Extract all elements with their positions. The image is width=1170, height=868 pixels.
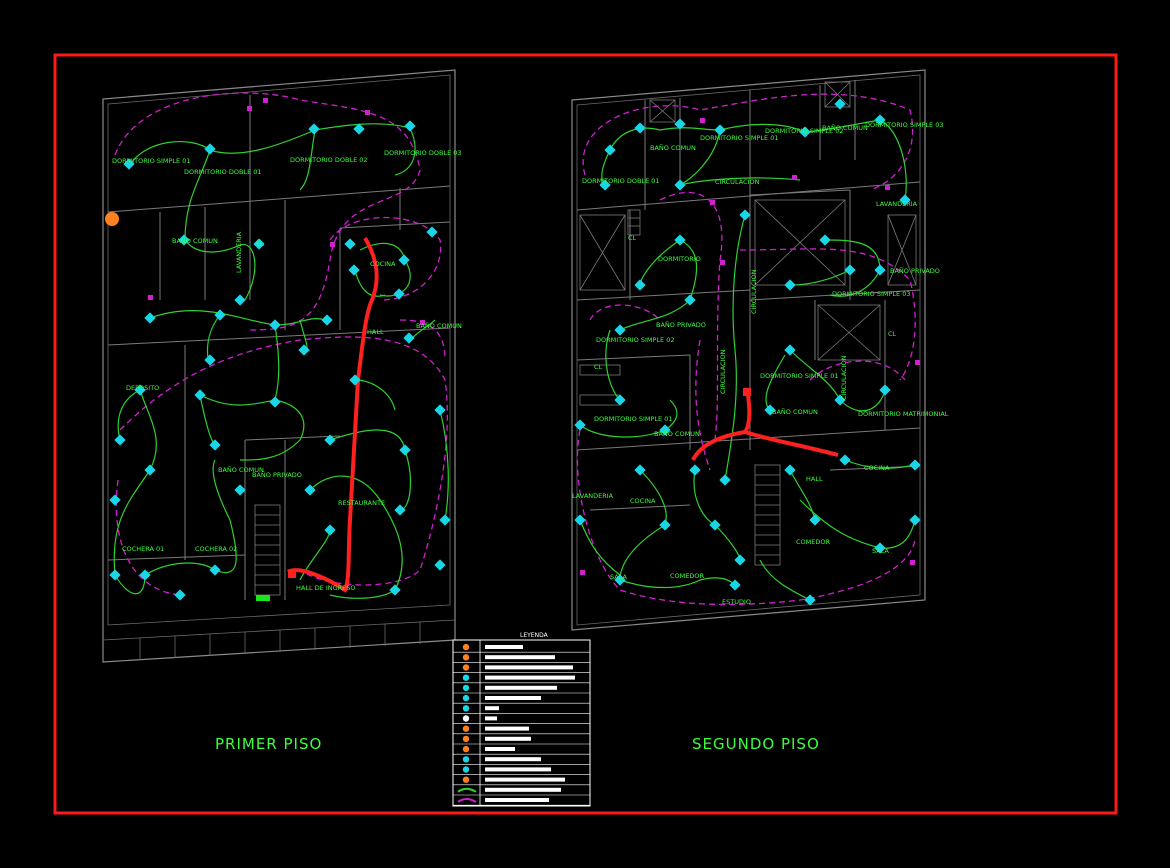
legend-symbol [462, 725, 470, 732]
room-label: BAÑO COMUN [822, 123, 868, 132]
legend-description-bar [485, 675, 575, 680]
first-floor-circuits [113, 123, 449, 599]
legend-description-bar [485, 767, 551, 772]
room-label: BAÑO PRIVADO [656, 320, 706, 329]
legend-description-bar [485, 685, 557, 690]
legend-description-bar [485, 665, 573, 670]
room-label: CL [628, 234, 637, 242]
legend-description-bar [485, 726, 529, 731]
second-floor-dashed-circuits [576, 93, 916, 606]
room-label: BAÑO COMUN [654, 429, 700, 438]
legend-symbol [462, 705, 470, 712]
legend-description-bar [485, 787, 561, 792]
legend-symbol [462, 715, 470, 722]
legend-symbol [462, 776, 470, 783]
room-label: BAÑO COMUN [772, 407, 818, 416]
legend-symbol [462, 664, 470, 671]
first-floor-dashed-circuits [114, 92, 448, 596]
legend-description-bar [485, 645, 523, 649]
room-label: DORMITORIO [658, 255, 701, 263]
legend-description-bar [485, 777, 565, 782]
first-floor-meter [256, 595, 270, 601]
room-label: BAÑO PRIVADO [890, 266, 940, 275]
room-label: DORMITORIO SIMPLE 01 [594, 415, 673, 423]
legend-symbol [462, 694, 470, 702]
floor-title-second: SEGUNDO PISO [692, 735, 820, 753]
cad-drawing-canvas: DORMITORIO SIMPLE 01 DORMITORIO DOBLE 01… [53, 53, 1118, 815]
room-label: BAÑO COMUN [650, 143, 696, 152]
room-label: ESTUDIO [722, 598, 751, 606]
legend-description-bar [485, 655, 555, 660]
floor-plan-first: DORMITORIO SIMPLE 01 DORMITORIO DOBLE 01… [102, 69, 462, 663]
legend-symbol [462, 756, 470, 763]
first-floor-stairs [254, 504, 281, 596]
room-label: COMEDOR [796, 538, 830, 546]
room-label: DORMITORIO MATRIMONIAL [858, 410, 949, 418]
room-label: CL [594, 363, 603, 371]
room-label: LAVANDERIA [876, 200, 918, 208]
room-label: CIRCULACION [840, 355, 848, 400]
legend-description-bar [485, 757, 541, 762]
legend: LEYENDA [452, 632, 591, 807]
first-floor-panel-icon [105, 212, 119, 226]
room-label: DORMITORIO SIMPLE 03 [865, 121, 944, 129]
room-label: CIRCULACION [750, 269, 758, 314]
room-label: DORMITORIO DOBLE 03 [384, 149, 462, 157]
room-label: HALL [367, 328, 384, 336]
first-floor-sidewalk [102, 619, 456, 660]
room-label: CIRCULACION [715, 178, 760, 186]
room-label: DORMITORIO DOBLE 01 [184, 168, 262, 176]
second-floor-fixtures [574, 98, 921, 606]
room-label: DORMITORIO DOBLE 01 [582, 177, 660, 185]
second-floor-room-labels: BAÑO COMUN DORMITORIO SIMPLE 01 DORMITOR… [572, 121, 949, 606]
room-label: LAVANDERIA [572, 492, 614, 500]
legend-description-bar [485, 706, 499, 711]
room-label: COCINA [630, 497, 656, 505]
first-floor-switches [148, 98, 425, 325]
room-label: BAÑO PRIVADO [252, 470, 302, 479]
room-label: SALA [872, 547, 889, 555]
legend-symbol [462, 684, 470, 692]
room-label: HALL [806, 475, 823, 483]
room-label: COCINA [864, 464, 890, 472]
room-label: COCHERA 01 [122, 545, 164, 553]
room-label: DORMITORIO SIMPLE 01 [700, 134, 779, 142]
legend-description-bar [485, 798, 549, 802]
legend-description-bar [485, 747, 515, 751]
first-floor-feeder [286, 236, 379, 593]
room-label: BAÑO COMUN [416, 321, 462, 330]
floor-title-first: PRIMER PISO [215, 735, 323, 753]
legend-symbol [462, 766, 470, 773]
room-label: BAÑO COMUN [172, 236, 218, 245]
legend-description-bar [485, 696, 541, 700]
first-floor-room-labels: DORMITORIO SIMPLE 01 DORMITORIO DOBLE 01… [112, 149, 462, 592]
legend-description-bar [485, 716, 497, 721]
room-label: DORMITORIO SIMPLE 02 [596, 336, 675, 344]
room-label: DORMITORIO SIMPLE 01 [112, 157, 191, 165]
legend-symbol [462, 654, 470, 661]
room-label: COCHERA 02 [195, 545, 237, 553]
room-label: SL [256, 240, 264, 248]
legend-symbol [462, 745, 470, 753]
legend-title: LEYENDA [520, 632, 549, 639]
room-label: DORMITORIO DOBLE 02 [290, 156, 368, 164]
room-label: DEPOSITO [126, 384, 159, 392]
legend-symbol [462, 735, 470, 743]
room-label: COMEDOR [670, 572, 704, 580]
legend-description-bar [485, 736, 531, 741]
room-label: RESTAURANTE [338, 499, 385, 507]
room-label: SALA [610, 573, 627, 581]
room-label: LAVANDERIA [235, 231, 243, 273]
first-floor-walls [107, 95, 451, 600]
room-label: COCINA [370, 260, 396, 268]
legend-symbol [462, 643, 470, 651]
room-label: DORMITORIO SIMPLE 03 [832, 290, 911, 298]
room-label: CIRCULACION [719, 349, 727, 394]
room-label: DORMITORIO SIMPLE 01 [760, 372, 839, 380]
room-label: CL [888, 330, 897, 338]
legend-symbol [462, 674, 470, 681]
room-label: HALL DE INGRESO [296, 584, 356, 592]
floor-plan-second: BAÑO COMUN DORMITORIO SIMPLE 01 DORMITOR… [571, 69, 949, 631]
